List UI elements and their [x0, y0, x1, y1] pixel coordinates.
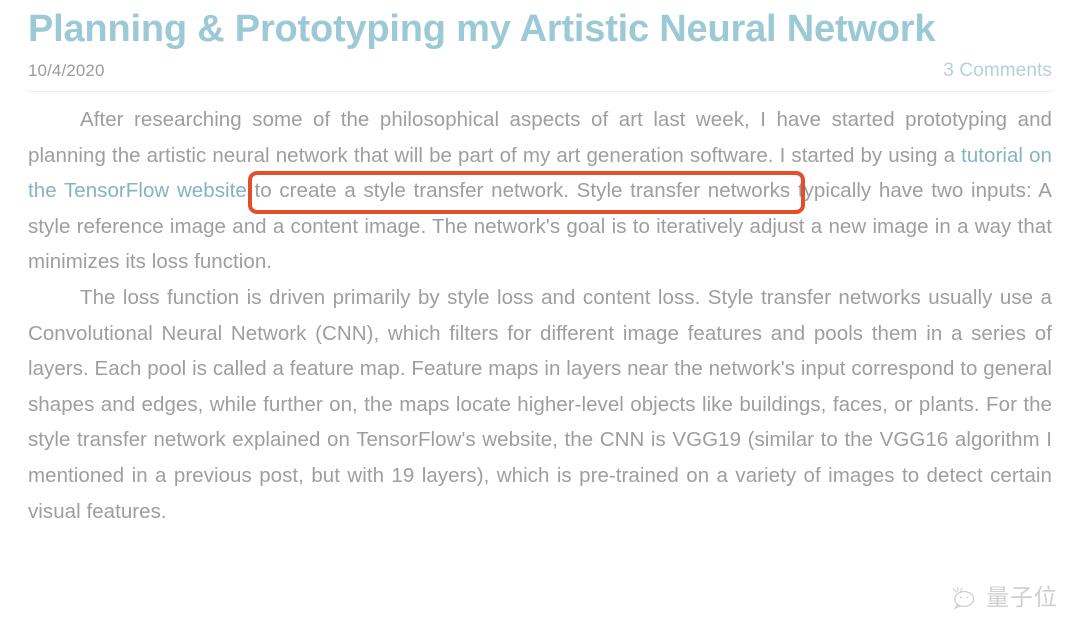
post-date: 10/4/2020: [28, 61, 105, 80]
watermark-text: 量子位: [986, 584, 1058, 611]
watermark: 量子位: [950, 586, 1058, 610]
blog-post-page: Planning & Prototyping my Artistic Neura…: [0, 0, 1080, 622]
post-body: After researching some of the philosophi…: [28, 102, 1052, 529]
speech-bubble-smiley-icon: [950, 586, 980, 610]
post-meta-row: 10/4/2020 3 Comments: [28, 60, 1052, 91]
header-divider: [28, 91, 1052, 92]
comments-link[interactable]: 3 Comments: [943, 60, 1052, 82]
paragraph-1-text-before-link: After researching some of the philosophi…: [28, 108, 1052, 167]
paragraph-2: The loss function is driven primarily by…: [28, 285, 1052, 523]
paragraph-1: After researching some of the philosophi…: [28, 102, 1052, 280]
page-title: Planning & Prototyping my Artistic Neura…: [28, 8, 936, 50]
